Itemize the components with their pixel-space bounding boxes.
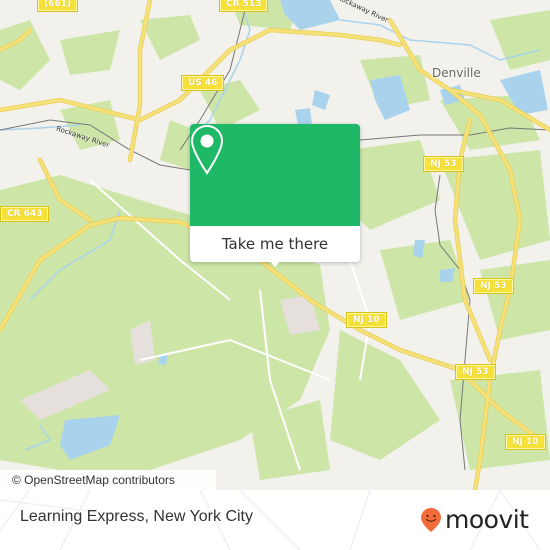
location-title: Learning Express, New York City	[20, 508, 253, 525]
road-shield-cr513: CR 513	[218, 0, 269, 12]
moovit-wordmark: moovit	[445, 505, 529, 534]
map[interactable]: (661) CR 513 US 46 CR 643 NJ 53 NJ 53 NJ…	[0, 0, 550, 490]
popup-pointer	[267, 258, 283, 267]
moovit-smiley-pin-icon	[421, 508, 441, 532]
popup-header[interactable]	[190, 124, 360, 226]
road-shield-nj53: NJ 53	[455, 364, 496, 380]
road-shield-nj53: NJ 53	[473, 278, 514, 294]
map-pin-icon	[190, 124, 224, 175]
road-shield-cr643: CR 643	[0, 206, 50, 222]
map-attribution[interactable]: © OpenStreetMap contributors	[0, 470, 216, 490]
moovit-logo[interactable]: moovit	[420, 506, 529, 534]
road-shield-nj10: NJ 10	[346, 312, 387, 328]
road-shield-661: (661)	[36, 0, 79, 12]
road-shield-us46: US 46	[180, 75, 225, 91]
footer: Learning Express, New York City moovit	[0, 490, 550, 550]
place-label-denville: Denville	[432, 66, 481, 80]
take-me-there-button[interactable]: Take me there	[190, 226, 360, 262]
road-shield-nj53: NJ 53	[423, 156, 464, 172]
road-shield-nj10: NJ 10	[505, 434, 546, 450]
location-popup[interactable]: Take me there	[190, 124, 360, 267]
